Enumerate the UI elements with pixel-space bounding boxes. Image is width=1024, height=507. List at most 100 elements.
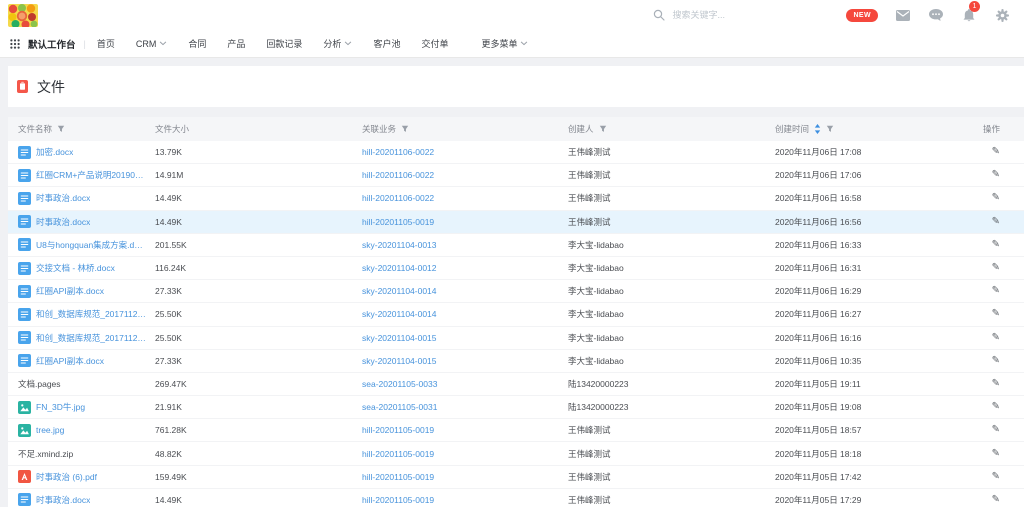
edit-icon[interactable]: ✎ <box>992 333 1000 343</box>
creator: 李大宝-lidabao <box>568 239 775 251</box>
nav-item-8[interactable]: 更多菜单 <box>481 37 528 50</box>
related-business-link[interactable]: sky-20201104-0013 <box>362 240 437 250</box>
file-name-link[interactable]: 红圈API副本.docx <box>36 355 104 367</box>
edit-icon[interactable]: ✎ <box>992 217 1000 227</box>
related-business-link[interactable]: sea-20201105-0033 <box>362 379 437 389</box>
file-name-link[interactable]: 时事政治.docx <box>36 192 90 204</box>
chat-icon[interactable] <box>928 7 944 23</box>
table-row[interactable]: 时事政治.docx14.49Khill-20201106-0022王伟峰测试20… <box>8 187 1024 210</box>
edit-icon[interactable]: ✎ <box>992 170 1000 180</box>
nav-item-4[interactable]: 回款记录 <box>266 37 302 50</box>
nav-item-3[interactable]: 产品 <box>227 37 245 50</box>
related-business-link[interactable]: sky-20201104-0012 <box>362 263 437 273</box>
related-business-link[interactable]: hill-20201105-0019 <box>362 472 434 482</box>
edit-icon[interactable]: ✎ <box>992 425 1000 435</box>
nav-item-5[interactable]: 分析 <box>323 37 352 50</box>
related-business-link[interactable]: hill-20201106-0022 <box>362 193 434 203</box>
file-name-link[interactable]: tree.jpg <box>36 425 64 435</box>
app-logo[interactable] <box>8 4 38 27</box>
table-row[interactable]: FN_3D牛.jpg21.91Ksea-20201105-0031陆134200… <box>8 396 1024 419</box>
related-business-link[interactable]: sky-20201104-0015 <box>362 356 437 366</box>
file-type-icon <box>18 331 31 344</box>
file-name-link[interactable]: 加密.docx <box>36 146 73 158</box>
edit-icon[interactable]: ✎ <box>992 286 1000 296</box>
file-size: 25.50K <box>155 309 362 319</box>
new-badge[interactable]: NEW <box>846 9 878 22</box>
edit-icon[interactable]: ✎ <box>992 356 1000 366</box>
table-row[interactable]: 交接文档 - 林桥.docx116.24Ksky-20201104-0012李大… <box>8 257 1024 280</box>
nav-item-2[interactable]: 合同 <box>188 37 206 50</box>
table-row[interactable]: 红圈CRM+产品说明201901_前端...14.91Mhill-2020110… <box>8 164 1024 187</box>
sort-icon[interactable] <box>814 124 821 134</box>
notification-badge: 1 <box>969 1 980 12</box>
edit-icon[interactable]: ✎ <box>992 495 1000 505</box>
related-business-link[interactable]: hill-20201105-0019 <box>362 449 434 459</box>
nav-item-0[interactable]: 首页 <box>97 37 115 50</box>
related-business-cell: hill-20201106-0022 <box>362 193 568 203</box>
table-row[interactable]: tree.jpg761.28Khill-20201105-0019王伟峰测试20… <box>8 419 1024 442</box>
edit-icon[interactable]: ✎ <box>992 379 1000 389</box>
filter-icon[interactable] <box>826 125 834 133</box>
file-size: 13.79K <box>155 147 362 157</box>
bell-icon[interactable]: 1 <box>961 7 977 23</box>
table-row[interactable]: 加密.docx13.79Khill-20201106-0022王伟峰测试2020… <box>8 141 1024 164</box>
related-business-link[interactable]: hill-20201106-0022 <box>362 147 434 157</box>
table-row[interactable]: 文档.pages269.47Ksea-20201105-0033陆1342000… <box>8 373 1024 396</box>
create-time: 2020年11月06日 10:35 <box>775 355 982 367</box>
file-name-link[interactable]: 红圈CRM+产品说明201901_前端... <box>36 169 147 181</box>
table-row[interactable]: 时事政治.docx14.49Khill-20201105-0019王伟峰测试20… <box>8 489 1024 507</box>
gear-icon[interactable] <box>994 7 1010 23</box>
file-name-link[interactable]: 时事政治 (6).pdf <box>36 471 97 483</box>
file-name-link[interactable]: 时事政治.docx <box>36 216 90 228</box>
file-name-link[interactable]: 交接文档 - 林桥.docx <box>36 262 115 274</box>
related-business-link[interactable]: hill-20201105-0019 <box>362 425 434 435</box>
filter-icon[interactable] <box>57 125 65 133</box>
edit-icon[interactable]: ✎ <box>992 472 1000 482</box>
related-business-link[interactable]: sky-20201104-0015 <box>362 333 437 343</box>
workspace-label[interactable]: 默认工作台 <box>28 37 76 51</box>
table-row[interactable]: 时事政治 (6).pdf159.49Khill-20201105-0019王伟峰… <box>8 466 1024 489</box>
file-name: 文档.pages <box>18 378 61 390</box>
related-business-link[interactable]: sky-20201104-0014 <box>362 286 437 296</box>
nav-item-1[interactable]: CRM <box>136 39 168 49</box>
nav-item-6[interactable]: 客户池 <box>373 37 400 50</box>
file-name-link[interactable]: 红圈API副本.docx <box>36 285 104 297</box>
edit-icon[interactable]: ✎ <box>992 263 1000 273</box>
table-row[interactable]: 时事政治.docx14.49Khill-20201105-0019王伟峰测试20… <box>8 211 1024 234</box>
file-name-link[interactable]: 和创_数据库规范_20171124.doc <box>36 332 147 344</box>
mail-icon[interactable] <box>895 7 911 23</box>
file-name-link[interactable]: 和创_数据库规范_20171124.doc <box>36 308 147 320</box>
creator: 李大宝-lidabao <box>568 308 775 320</box>
related-business-link[interactable]: hill-20201105-0019 <box>362 495 434 505</box>
table-row[interactable]: 和创_数据库规范_20171124.doc 25.50Ksky-20201104-… <box>8 327 1024 350</box>
edit-icon[interactable]: ✎ <box>992 449 1000 459</box>
nav-item-7[interactable]: 交付单 <box>421 37 448 50</box>
file-name-link[interactable]: FN_3D牛.jpg <box>36 401 85 413</box>
edit-icon[interactable]: ✎ <box>992 147 1000 157</box>
edit-icon[interactable]: ✎ <box>992 193 1000 203</box>
operation-cell: ✎ <box>982 170 1024 180</box>
search-input[interactable] <box>670 9 788 21</box>
table-row[interactable]: U8与hongquan集成方案.docx201.55Ksky-20201104-… <box>8 234 1024 257</box>
edit-icon[interactable]: ✎ <box>992 240 1000 250</box>
table-row[interactable]: 和创_数据库规范_20171124.doc 25.50Ksky-20201104-… <box>8 303 1024 326</box>
filter-icon[interactable] <box>599 125 607 133</box>
create-time: 2020年11月05日 19:11 <box>775 378 982 390</box>
file-type-icon <box>18 238 31 251</box>
related-business-link[interactable]: hill-20201105-0019 <box>362 217 434 227</box>
creator: 王伟峰测试 <box>568 169 775 181</box>
related-business-link[interactable]: hill-20201106-0022 <box>362 170 434 180</box>
table-row[interactable]: 不足.xmind.zip48.82Khill-20201105-0019王伟峰测… <box>8 442 1024 465</box>
related-business-link[interactable]: sky-20201104-0014 <box>362 309 437 319</box>
table-row[interactable]: 红圈API副本.docx27.33Ksky-20201104-0014李大宝-l… <box>8 280 1024 303</box>
search-box[interactable] <box>653 9 788 21</box>
table-row[interactable]: 红圈API副本.docx27.33Ksky-20201104-0015李大宝-l… <box>8 350 1024 373</box>
edit-icon[interactable]: ✎ <box>992 309 1000 319</box>
file-name-link[interactable]: 时事政治.docx <box>36 494 90 506</box>
filter-icon[interactable] <box>401 125 409 133</box>
file-name-link[interactable]: U8与hongquan集成方案.docx <box>36 239 147 251</box>
related-business-link[interactable]: sea-20201105-0031 <box>362 402 437 412</box>
edit-icon[interactable]: ✎ <box>992 402 1000 412</box>
file-size: 25.50K <box>155 333 362 343</box>
apps-grid-icon[interactable] <box>10 39 20 49</box>
